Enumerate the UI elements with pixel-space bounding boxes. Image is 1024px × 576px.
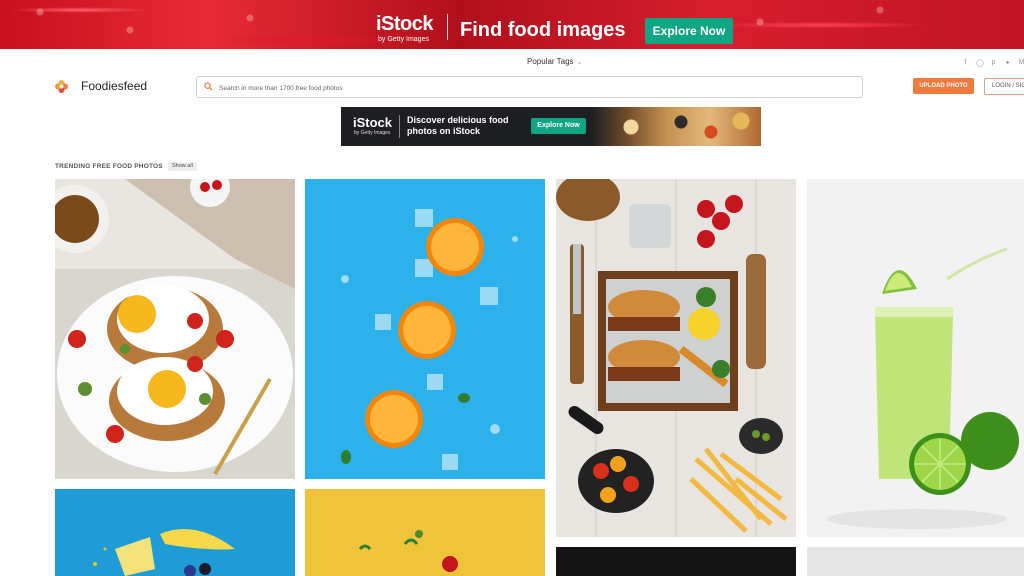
twitter-icon[interactable]: ✦	[1004, 59, 1011, 67]
site-logo-text[interactable]: Foodiesfeed	[81, 79, 147, 93]
photo-egg-toast[interactable]	[55, 179, 295, 479]
photo-light-dish[interactable]	[807, 547, 1024, 576]
social-links: f ◯ p ✦ M	[962, 59, 1024, 67]
photo-dark-dish[interactable]	[556, 547, 796, 576]
chevron-down-icon: ⌄	[576, 59, 583, 66]
photo-banana-splash[interactable]	[55, 489, 295, 576]
ad-explore-button[interactable]: Explore Now	[531, 118, 586, 134]
ad-getty-subbrand: by Getty Images	[354, 130, 391, 136]
pinterest-icon[interactable]: p	[990, 59, 997, 67]
popular-tags-label: Popular Tags	[527, 57, 574, 66]
upload-photo-button[interactable]: UPLOAD PHOTO	[913, 78, 974, 94]
top-ad-banner[interactable]: iStock by Getty Images Find food images …	[0, 0, 1024, 49]
banner-explore-button[interactable]: Explore Now	[645, 18, 733, 44]
search-icon	[204, 82, 213, 91]
instagram-icon[interactable]: ◯	[976, 59, 984, 67]
popular-tags-dropdown[interactable]: Popular Tags ⌄	[527, 57, 582, 66]
photo-orange-slices[interactable]	[305, 179, 545, 479]
ad-istock-logo: iStock	[353, 115, 393, 130]
photo-yellow-sprouts[interactable]	[305, 489, 545, 576]
login-signup-button[interactable]: LOGIN / SIG	[984, 78, 1024, 95]
ad-headline: Discover delicious food photos on iStock	[407, 115, 509, 136]
ad-food-image	[591, 107, 761, 146]
show-all-button[interactable]: Show all	[168, 162, 197, 171]
istock-ad-banner[interactable]: iStock by Getty Images Discover deliciou…	[341, 107, 761, 146]
foodiesfeed-logo-icon[interactable]	[55, 80, 68, 93]
search-input[interactable]	[217, 79, 851, 97]
social-extra-label[interactable]: M	[1018, 59, 1024, 67]
facebook-icon[interactable]: f	[962, 59, 969, 67]
photo-burger-fries[interactable]	[556, 179, 796, 537]
banner-divider	[447, 14, 448, 40]
ad-divider	[399, 115, 400, 138]
banner-headline: Find food images	[460, 19, 626, 41]
photo-lime-juice[interactable]	[807, 179, 1024, 537]
search-bar[interactable]	[196, 76, 863, 98]
getty-subbrand: by Getty Images	[378, 36, 429, 43]
istock-logo: iStock	[376, 13, 434, 35]
trending-section-title: TRENDING FREE FOOD PHOTOS	[55, 163, 163, 170]
